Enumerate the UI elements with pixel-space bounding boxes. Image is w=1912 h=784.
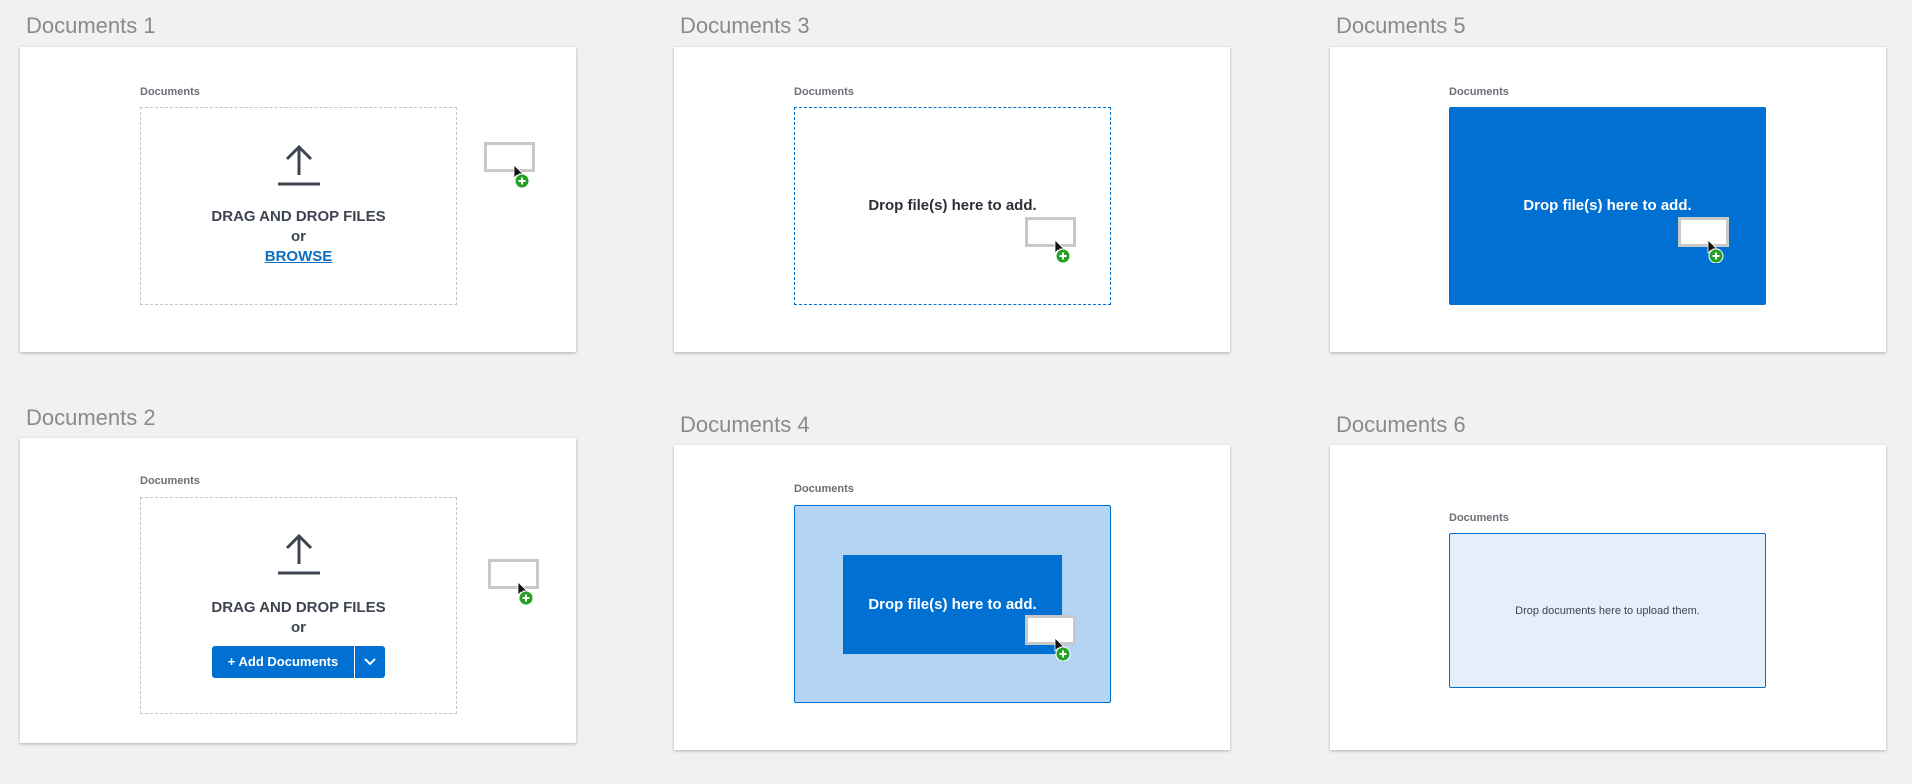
chevron-down-icon bbox=[364, 657, 376, 665]
documents-card: Documents DRAG AND DROP FILES or BROWSE bbox=[20, 47, 576, 352]
browse-link[interactable]: BROWSE bbox=[265, 247, 333, 267]
panel-title: Documents 4 bbox=[680, 412, 810, 437]
documents-card: Documents Drop file(s) here to add. bbox=[1330, 47, 1886, 352]
drop-zone[interactable]: Drop file(s) here to add. bbox=[794, 505, 1111, 703]
documents-card: Documents Drop file(s) here to add. bbox=[674, 445, 1230, 750]
drop-zone[interactable]: Drop file(s) here to add. bbox=[1449, 107, 1766, 305]
documents-card: Documents Drop file(s) here to add. bbox=[674, 47, 1230, 352]
dragged-file-cursor-icon bbox=[1678, 217, 1742, 263]
documents-label: Documents bbox=[1449, 512, 1509, 524]
drop-zone[interactable]: DRAG AND DROP FILES or BROWSE bbox=[140, 107, 457, 305]
dragged-file-cursor-icon bbox=[1025, 615, 1089, 661]
documents-label: Documents bbox=[794, 483, 854, 495]
dragged-file-cursor-icon bbox=[488, 559, 552, 605]
panel-title: Documents 5 bbox=[1336, 13, 1466, 38]
add-documents-button-group: + Add Documents bbox=[211, 645, 386, 678]
panel-title: Documents 1 bbox=[26, 13, 156, 38]
drop-zone[interactable]: DRAG AND DROP FILES or + Add Documents bbox=[140, 497, 457, 714]
panel-title: Documents 2 bbox=[26, 405, 156, 430]
documents-card: Documents DRAG AND DROP FILES or + Add D… bbox=[20, 438, 576, 743]
add-documents-menu-button[interactable] bbox=[354, 645, 386, 678]
documents-label: Documents bbox=[140, 86, 200, 98]
add-documents-button[interactable]: + Add Documents bbox=[211, 645, 355, 678]
drag-drop-heading: DRAG AND DROP FILES bbox=[211, 208, 386, 225]
dragged-file-cursor-icon bbox=[1025, 217, 1089, 263]
or-text: or bbox=[291, 228, 306, 245]
documents-label: Documents bbox=[140, 475, 200, 487]
drag-drop-heading: DRAG AND DROP FILES bbox=[211, 598, 386, 616]
upload-arrow-icon bbox=[277, 533, 320, 574]
documents-card: Documents Drop documents here to upload … bbox=[1330, 445, 1886, 750]
drop-instruction: Drop documents here to upload them. bbox=[1515, 604, 1700, 617]
drop-instruction: Drop file(s) here to add. bbox=[1523, 196, 1692, 214]
dragged-file-cursor-icon bbox=[484, 142, 548, 188]
panel-title: Documents 3 bbox=[680, 13, 810, 38]
drop-zone[interactable]: Drop documents here to upload them. bbox=[1449, 533, 1766, 688]
panel-title: Documents 6 bbox=[1336, 412, 1466, 437]
documents-label: Documents bbox=[1449, 86, 1509, 98]
drop-instruction: Drop file(s) here to add. bbox=[868, 596, 1037, 613]
drop-instruction: Drop file(s) here to add. bbox=[868, 196, 1037, 214]
drop-zone[interactable]: Drop file(s) here to add. bbox=[794, 107, 1111, 305]
documents-label: Documents bbox=[794, 86, 854, 98]
or-text: or bbox=[291, 618, 306, 636]
upload-arrow-icon bbox=[277, 145, 320, 186]
